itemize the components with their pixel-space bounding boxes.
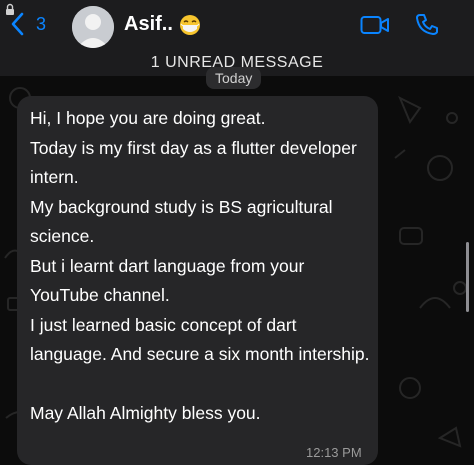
scrollbar[interactable] [466, 242, 469, 312]
video-call-button[interactable] [360, 14, 390, 41]
unread-count: 3 [36, 13, 47, 34]
video-call-icon [360, 16, 389, 34]
avatar[interactable] [72, 6, 114, 48]
contact-name-text: Asif.. [124, 13, 173, 35]
date-pill: Today [206, 67, 262, 89]
chat-header: 3 Asif.. [0, 0, 474, 55]
lock-icon [0, 0, 474, 25]
voice-call-button[interactable] [414, 12, 440, 43]
contact-name[interactable]: Asif.. [124, 13, 201, 36]
back-button[interactable]: 3 [10, 12, 46, 36]
phone-icon [416, 14, 438, 35]
face-with-medical-mask-emoji [179, 14, 200, 35]
message-text: Hi, I hope you are doing great. Today is… [30, 108, 370, 423]
chevron-left-icon [11, 12, 24, 36]
person-icon [72, 6, 114, 48]
message-time: 12:13 PM [306, 445, 362, 460]
